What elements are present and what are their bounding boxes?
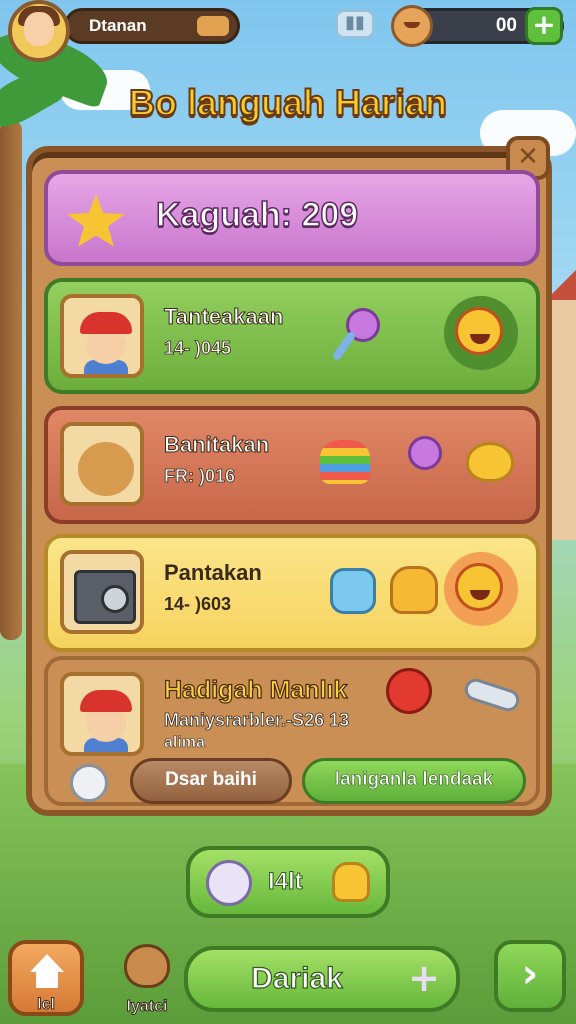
lollipop-icon xyxy=(408,436,442,470)
bag-icon xyxy=(390,566,438,614)
next-button[interactable]: › xyxy=(494,940,566,1012)
claim-button[interactable]: I4lt xyxy=(186,846,390,918)
nav-home-button[interactable]: lcl xyxy=(8,940,84,1016)
player-name-bar[interactable]: Dtanan xyxy=(64,8,240,44)
boy-avatar-icon xyxy=(60,672,144,756)
daily-tasks-panel: ✕ Kaguah: 209 Tanteakaan 14- )045 Banita… xyxy=(26,136,552,816)
avatar-face xyxy=(24,12,54,46)
reward-slot[interactable] xyxy=(444,296,518,370)
paw-icon xyxy=(332,862,370,902)
nav-pet-button[interactable]: Iyatci xyxy=(112,944,182,1016)
task-name: Pantakan xyxy=(164,560,262,585)
score-card: Kaguah: 209 xyxy=(44,170,540,266)
nav-main-label: Dariak xyxy=(251,961,344,995)
task-name: Tanteakaan xyxy=(163,304,284,330)
task-row[interactable]: Banitakan FR: )016 xyxy=(44,406,540,524)
plus-icon: + xyxy=(408,956,440,1000)
player-avatar[interactable] xyxy=(8,0,70,62)
coin-count: 00 xyxy=(495,15,517,36)
smiley-icon xyxy=(455,307,503,355)
apple-icon xyxy=(386,668,432,714)
secondary-button[interactable]: Dsar baihi xyxy=(130,758,292,804)
chat-icon[interactable]: ▮▮ xyxy=(336,10,374,38)
task-row[interactable]: Tanteakaan 14- )045 xyxy=(44,278,540,394)
name-slot xyxy=(197,16,229,36)
task-row[interactable]: Pantakan 14- )603 xyxy=(44,534,540,652)
primary-button[interactable]: laniganla lendaak xyxy=(302,758,526,804)
home-icon xyxy=(30,954,64,988)
dog-icon xyxy=(124,944,170,988)
chick-icon xyxy=(466,442,514,482)
bear-icon xyxy=(60,422,144,506)
claim-label: I4lt xyxy=(268,868,304,896)
lollipop-stick xyxy=(331,330,357,362)
bone-icon xyxy=(461,675,523,715)
reward-card: Hadigah Manlık Maniysrarbler.-S26 13 ali… xyxy=(44,656,540,806)
jar-icon xyxy=(330,568,376,614)
reward-slot[interactable] xyxy=(444,552,518,626)
machine-icon xyxy=(60,550,144,634)
task-progress: 14- )045 xyxy=(164,338,232,359)
page-title: Bo languah Harian xyxy=(128,81,448,124)
currency-bar: 00 + xyxy=(391,5,564,47)
task-name: Banitakan xyxy=(163,432,270,458)
add-currency-button[interactable]: + xyxy=(525,7,563,45)
nav-pet-label: Iyatci xyxy=(126,998,168,1016)
cake-stack-icon xyxy=(320,440,370,484)
reward-description-2: alima xyxy=(164,734,206,752)
nav-home-label: lcl xyxy=(37,996,56,1014)
reward-title: Hadigah Manlık xyxy=(163,675,348,704)
boy-avatar-icon xyxy=(60,294,144,378)
star-icon xyxy=(67,194,125,247)
task-progress: FR: )016 xyxy=(164,466,236,487)
pet-coin-icon xyxy=(391,5,433,47)
bell-icon xyxy=(70,764,108,802)
disc-icon xyxy=(206,860,252,906)
smiley-icon xyxy=(455,563,503,611)
palm-trunk xyxy=(0,120,22,640)
player-name: Dtanan xyxy=(89,16,147,35)
nav-main-button[interactable]: Dariak + xyxy=(184,946,460,1012)
task-progress: 14- )603 xyxy=(164,594,232,614)
reward-description: Maniysrarbler.-S26 13 xyxy=(164,710,350,731)
score-text: Kaguah: 209 xyxy=(155,195,359,235)
